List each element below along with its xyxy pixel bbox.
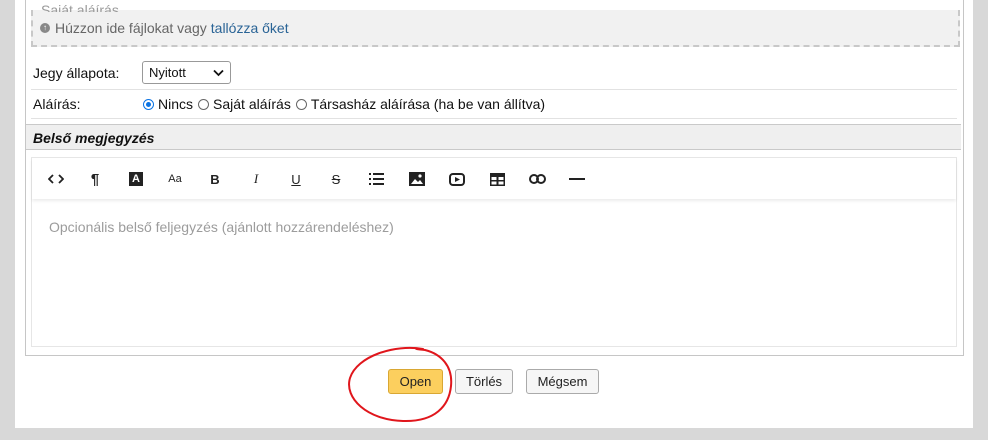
font-color-icon[interactable]: A	[126, 170, 146, 188]
divider	[31, 118, 957, 119]
divider	[31, 89, 957, 90]
ticket-status-label: Jegy állapota:	[33, 65, 120, 81]
underline-icon[interactable]: U	[286, 170, 306, 188]
editor-toolbar: ¶ A Aa B I U S	[32, 158, 956, 199]
signature-none-radio[interactable]	[143, 98, 154, 110]
ticket-status-select[interactable]: Nyitott	[142, 61, 231, 84]
code-view-icon[interactable]	[46, 170, 66, 188]
image-icon[interactable]	[407, 170, 427, 188]
dropzone-label: Húzzon ide fájlokat vagy	[55, 20, 207, 36]
internal-note-header: Belső megjegyzés	[26, 124, 961, 150]
font-size-icon[interactable]: Aa	[165, 170, 185, 188]
list-icon[interactable]	[366, 170, 386, 188]
open-button[interactable]: Open	[388, 369, 443, 394]
signature-own-radio[interactable]	[198, 98, 210, 110]
page-background-right	[973, 0, 988, 440]
chevron-down-icon	[213, 66, 224, 80]
link-icon[interactable]	[527, 170, 547, 188]
table-icon[interactable]	[487, 170, 507, 188]
video-icon[interactable]	[447, 170, 467, 188]
browse-files-link[interactable]: tallózza őket	[211, 20, 289, 36]
italic-icon[interactable]: I	[246, 170, 266, 188]
signature-label: Aláírás:	[33, 96, 81, 112]
strikethrough-icon[interactable]: S	[326, 170, 346, 188]
bold-icon[interactable]: B	[205, 170, 225, 188]
signature-association-radio[interactable]	[295, 98, 307, 110]
paragraph-icon[interactable]: ¶	[85, 170, 105, 188]
page-background-left	[0, 0, 15, 440]
signature-radio-group: Nincs Saját aláírás Társasház aláírása (…	[143, 96, 550, 112]
page-background-bottom	[15, 428, 973, 440]
horizontal-rule-icon[interactable]	[567, 170, 587, 188]
internal-note-title: Belső megjegyzés	[33, 130, 155, 146]
ticket-status-value: Nyitott	[149, 65, 186, 80]
delete-button[interactable]: Törlés	[455, 369, 513, 394]
signature-own-label[interactable]: Saját aláírás	[213, 96, 291, 112]
dropzone-text: ↑ Húzzon ide fájlokat vagy tallózza őket	[40, 20, 289, 36]
upload-icon: ↑	[40, 23, 50, 33]
signature-none-label[interactable]: Nincs	[158, 96, 193, 112]
internal-note-placeholder: Opcionális belső feljegyzés (ajánlott ho…	[49, 219, 394, 235]
cancel-button[interactable]: Mégsem	[526, 369, 599, 394]
signature-ghost-text: Saját aláírás	[41, 2, 119, 12]
internal-note-editor[interactable]: ¶ A Aa B I U S Opcionális belső feljegyz…	[31, 157, 957, 347]
signature-association-label[interactable]: Társasház aláírása (ha be van állítva)	[311, 96, 545, 112]
